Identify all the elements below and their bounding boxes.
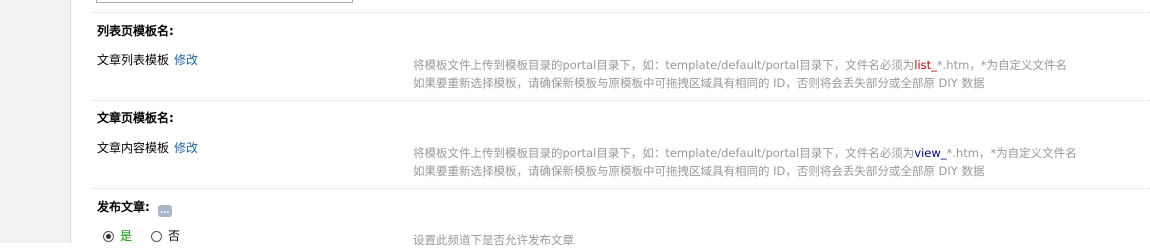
row-divider	[92, 100, 1150, 101]
list-template-value: 文章列表模板	[97, 53, 170, 67]
publish-yes-radio[interactable]	[103, 230, 114, 242]
publish-article-options: 是 否	[103, 228, 180, 244]
left-panel-strip	[0, 0, 71, 243]
view-template-edit-link[interactable]: 修改	[174, 141, 198, 155]
publish-yes-label[interactable]: 是	[120, 228, 132, 244]
publish-no-label[interactable]: 否	[168, 228, 180, 244]
view-template-tip: 将模板文件上传到模板目录的portal目录下，如：template/defaul…	[413, 144, 1077, 180]
publish-article-tip: 设置此频道下是否允许发布文章	[413, 233, 574, 247]
view-template-tip-highlight: view_	[914, 146, 947, 160]
publish-article-title-row: 发布文章: …	[97, 199, 172, 217]
view-template-title: 文章页模板名:	[97, 111, 174, 125]
previous-field-input[interactable]	[96, 0, 353, 3]
view-template-tip-line1: 将模板文件上传到模板目录的portal目录下，如：template/defaul…	[413, 146, 1077, 160]
publish-article-title: 发布文章:	[97, 200, 150, 214]
list-template-value-row: 文章列表模板 修改	[97, 52, 198, 68]
row-divider	[92, 188, 1150, 189]
view-template-value-row: 文章内容模板 修改	[97, 140, 198, 156]
view-template-tip-line2: 如果要重新选择模板，请确保新模板与原模板中可拖拽区域具有相同的 ID，否则将会丢…	[413, 164, 985, 178]
row-divider	[92, 12, 1150, 13]
help-icon[interactable]: …	[157, 205, 172, 217]
list-template-edit-link[interactable]: 修改	[174, 53, 198, 67]
list-template-tip-line2: 如果要重新选择模板，请确保新模板与原模板中可拖拽区域具有相同的 ID，否则将会丢…	[413, 76, 985, 90]
list-template-tip-highlight: list_	[914, 58, 937, 72]
list-template-title: 列表页模板名:	[97, 24, 174, 38]
list-template-tip-line1: 将模板文件上传到模板目录的portal目录下，如：template/defaul…	[413, 58, 1068, 72]
publish-no-radio[interactable]	[151, 230, 163, 242]
list-template-tip: 将模板文件上传到模板目录的portal目录下，如：template/defaul…	[413, 56, 1067, 92]
view-template-value: 文章内容模板	[97, 141, 170, 155]
